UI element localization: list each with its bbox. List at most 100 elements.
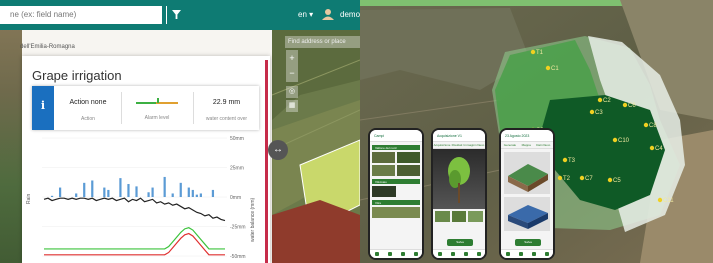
sample-point-marker[interactable] [557,175,563,181]
field-thumbnail[interactable] [372,207,420,218]
rain-axis-label: Rain [26,193,32,204]
phone-tab[interactable]: Acquisizione [434,143,451,147]
nav-icon[interactable] [437,252,442,256]
user-menu[interactable]: demo [340,10,360,19]
photo-thumbnail[interactable] [435,211,450,222]
phone-tab[interactable]: Immagini rilievo [464,143,485,147]
field-search-input[interactable]: ne (ex: field name) [0,6,162,24]
field-thumbnail[interactable] [372,165,395,176]
sample-point-marker[interactable] [597,97,603,103]
section-header: Vallone del nord [372,145,420,150]
user-icon [322,9,334,20]
plant-3d-view [433,149,485,209]
rain-bar [50,195,54,197]
nav-icon[interactable] [374,252,379,256]
phone-tab[interactable]: Dati rilievo [536,143,550,147]
y-tick-label: -25mm [230,225,246,231]
web-app-screenshot: ne (ex: field name) en ▾ demo dell'Emili… [0,0,360,263]
photo-thumbnail[interactable] [468,211,484,222]
phone-tab[interactable]: Mappa [522,143,531,147]
panel-edge [265,60,268,263]
alarm-cell: Alarm level [122,86,192,130]
field-thumbnail[interactable] [397,165,420,176]
nav-icon[interactable] [531,252,536,256]
sample-point-label: T1 [536,50,544,56]
nav-icon[interactable] [544,252,549,256]
thumbnail-row [435,211,484,222]
thumbnail-row [372,207,420,218]
field-thumbnail[interactable] [372,186,396,197]
y-axis-label: water balance (mm) [250,197,256,242]
sample-point-marker[interactable] [579,175,585,181]
sample-point-label: C6 [628,103,636,109]
action-label: Action [81,116,95,122]
sample-point-marker[interactable] [562,157,568,163]
nav-icon[interactable] [463,252,468,256]
nav-icon[interactable] [400,252,405,256]
sample-point-label: T2 [563,176,571,182]
water-cell: 22.9 mm water content over [194,86,259,130]
info-icon: i [32,86,54,130]
sample-point-label: C11 [663,198,674,204]
nav-icon[interactable] [413,252,418,256]
sample-point-marker[interactable] [612,137,618,143]
section-header: Vitivivaio [372,179,420,184]
save-button[interactable]: Salva [515,239,541,246]
phone-tab[interactable]: Risultati [452,143,463,147]
rain-bar [151,187,154,197]
phone-title: Campi [370,130,422,142]
y-tick-label: 50mm [230,136,244,142]
nav-icon[interactable] [505,252,510,256]
water-balance-chart: Rain water balance (mm) 50mm 25mm 0mm -25mm… [26,136,256,260]
sample-point-label: T3 [568,158,576,164]
terrain-3d-icon [508,205,548,229]
sample-point-marker[interactable] [643,122,649,128]
series-line [44,227,225,250]
thumbnail-row [372,152,420,163]
sample-point-marker[interactable] [530,49,536,55]
sample-point-marker[interactable] [589,109,595,115]
nav-icon[interactable] [387,252,392,256]
nav-icon[interactable] [450,252,455,256]
sample-point-label: C3 [595,110,603,116]
rain-bar [187,187,190,197]
filter-button[interactable] [166,6,186,24]
expand-panel-icon[interactable]: ↔ [268,140,288,160]
zoom-in-button[interactable]: + [286,50,298,66]
water-label: water content over [205,116,248,122]
action-value: Action none [69,99,107,106]
rain-bar [127,184,130,197]
rain-bar [58,187,62,197]
sample-point-marker[interactable] [657,197,663,203]
phone-tabs: Acquisizione Risultati Immagini rilievo [433,142,485,149]
sample-point-marker[interactable] [607,177,613,183]
alarm-label: Alarm level [144,115,170,121]
photo-thumbnail[interactable] [451,211,467,222]
field-thumbnail[interactable] [372,152,395,163]
sample-point-marker[interactable] [649,145,655,151]
sample-point-label: C7 [585,176,593,182]
sample-point-marker[interactable] [622,102,628,108]
sample-point-marker[interactable] [545,65,551,71]
save-button[interactable]: Salva [447,239,473,246]
map-3d-preview [504,197,550,231]
nav-icon[interactable] [476,252,481,256]
series-line [43,197,226,222]
phone-title: 23 Agosto 2023 [501,130,553,142]
rain-bar [91,180,94,197]
field-thumbnail[interactable] [397,152,420,163]
rain-bar [107,189,110,197]
sample-point-label: C5 [613,178,621,184]
rain-bar [135,186,138,197]
sample-point-label: C4 [655,146,663,152]
nav-icon[interactable] [518,252,523,256]
section-header: Vitre [372,200,420,205]
locate-icon[interactable]: ◎ [286,86,298,98]
layers-icon[interactable]: ▦ [286,100,298,112]
zoom-out-button[interactable]: − [286,66,298,82]
mobile-app-showcase: T1C1C2C3C4T2C5C6C7C8C9C10T3C11 Campi Val… [360,0,713,263]
map-address-search[interactable]: Find address or place [285,36,360,48]
language-selector[interactable]: en ▾ [298,10,313,19]
phone-tab[interactable]: Generale [504,143,516,147]
rain-bar [163,176,166,197]
